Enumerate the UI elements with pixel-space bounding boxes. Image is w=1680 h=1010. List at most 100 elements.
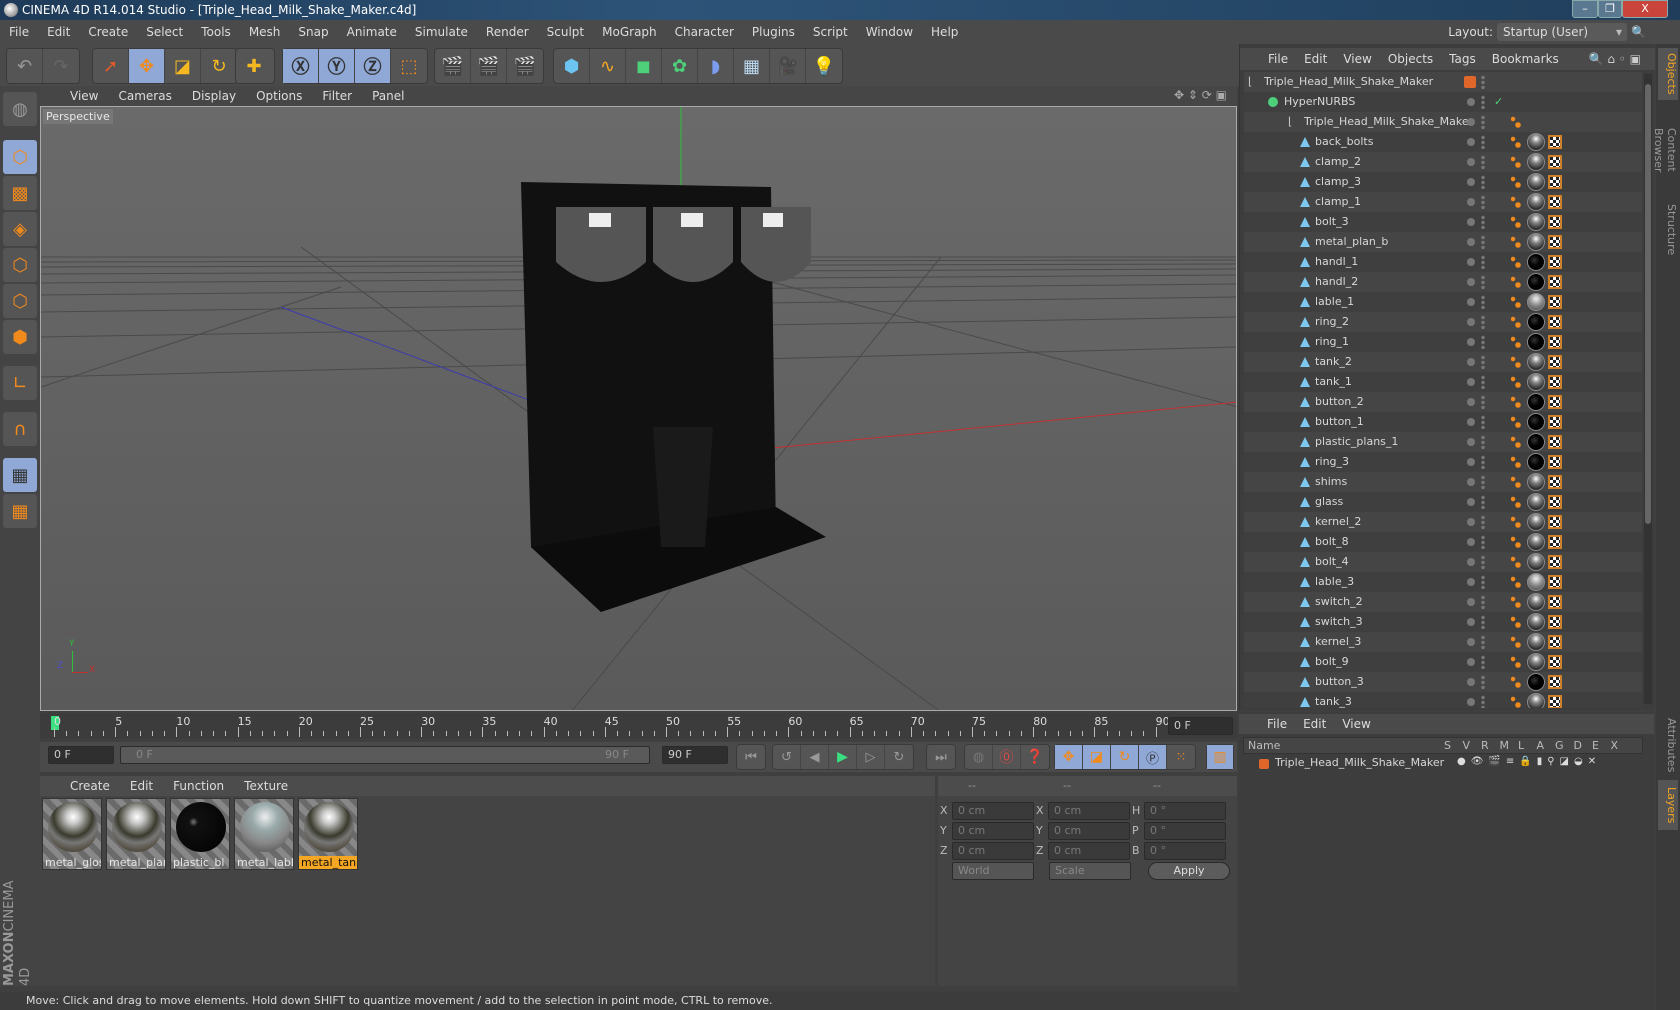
material-tag-icon[interactable] xyxy=(1527,553,1545,571)
phong-tag-icon[interactable] xyxy=(1511,116,1521,128)
phong-tag-icon[interactable] xyxy=(1511,536,1521,548)
render-visibility-dots[interactable] xyxy=(1481,155,1485,169)
phong-tag-icon[interactable] xyxy=(1511,356,1521,368)
object-row[interactable]: lable_3 xyxy=(1244,572,1642,592)
visibility-dot[interactable] xyxy=(1467,398,1475,406)
render-picture-viewer-icon[interactable]: 🎬 xyxy=(471,49,507,83)
object-name[interactable]: button_1 xyxy=(1300,412,1364,432)
visibility-dot[interactable] xyxy=(1467,178,1475,186)
phong-tag-icon[interactable] xyxy=(1511,376,1521,388)
viewport-menu-panel[interactable]: Panel xyxy=(362,89,414,103)
frame-range-slider[interactable]: 0 F 90 F xyxy=(120,746,650,764)
menu-tools[interactable]: Tools xyxy=(192,25,240,39)
autokey-help-icon[interactable]: ❓ xyxy=(1021,745,1049,769)
material-tag-icon[interactable] xyxy=(1527,133,1545,151)
phong-tag-icon[interactable] xyxy=(1511,656,1521,668)
render-visibility-dots[interactable] xyxy=(1481,635,1485,649)
uvw-tag-icon[interactable] xyxy=(1548,255,1562,269)
render-visibility-dots[interactable] xyxy=(1481,275,1485,289)
uvw-tag-icon[interactable] xyxy=(1548,175,1562,189)
menu-character[interactable]: Character xyxy=(666,25,743,39)
object-name[interactable]: clamp_2 xyxy=(1300,152,1361,172)
motion-record-icon[interactable]: ◍ xyxy=(965,745,993,769)
material-tag-icon[interactable] xyxy=(1527,633,1545,651)
layer-menu-edit[interactable]: Edit xyxy=(1295,717,1334,731)
visibility-dot[interactable] xyxy=(1467,98,1475,106)
render-visibility-dots[interactable] xyxy=(1481,675,1485,689)
timeline-ruler[interactable]: 0 5 10 15 20 25 30 35 40 45 50 55 60 65 70 75 80 85 90 0 F xyxy=(40,713,1237,739)
object-name[interactable]: handl_1 xyxy=(1300,252,1358,272)
object-name[interactable]: bolt_9 xyxy=(1300,652,1349,672)
visibility-dot[interactable] xyxy=(1467,638,1475,646)
object-row[interactable]: bolt_8 xyxy=(1244,532,1642,552)
material-tag-icon[interactable] xyxy=(1527,393,1545,411)
render-visibility-dots[interactable] xyxy=(1481,695,1485,708)
prev-frame-icon[interactable]: ◀ xyxy=(801,745,829,769)
object-name[interactable]: switch_2 xyxy=(1300,592,1363,612)
phong-tag-icon[interactable] xyxy=(1511,576,1521,588)
material-tag-icon[interactable] xyxy=(1527,453,1545,471)
phong-tag-icon[interactable] xyxy=(1511,436,1521,448)
render-visibility-dots[interactable] xyxy=(1481,235,1485,249)
material-swatch[interactable]: metal_plan xyxy=(106,798,166,870)
object-row[interactable]: handl_2 xyxy=(1244,272,1642,292)
uvw-tag-icon[interactable] xyxy=(1548,135,1562,149)
layer-column-header[interactable]: L xyxy=(1518,739,1524,752)
uvw-tag-icon[interactable] xyxy=(1548,215,1562,229)
phong-tag-icon[interactable] xyxy=(1511,336,1521,348)
object-row[interactable]: switch_3 xyxy=(1244,612,1642,632)
object-row[interactable]: handl_1 xyxy=(1244,252,1642,272)
object-row[interactable]: bolt_4 xyxy=(1244,552,1642,572)
redo-icon[interactable]: ↷ xyxy=(43,49,79,83)
object-list-scrollbar[interactable] xyxy=(1644,74,1652,704)
uvw-tag-icon[interactable] xyxy=(1548,355,1562,369)
uvw-tag-icon[interactable] xyxy=(1548,395,1562,409)
object-menu-bookmarks[interactable]: Bookmarks xyxy=(1484,52,1567,66)
current-frame-field[interactable]: 0 F xyxy=(1168,717,1233,735)
material-tag-icon[interactable] xyxy=(1527,533,1545,551)
edges-mode-icon[interactable]: ⬡ xyxy=(3,284,37,318)
visibility-dot[interactable] xyxy=(1467,618,1475,626)
search-icon[interactable]: 🔍 xyxy=(1631,25,1646,39)
visibility-dot[interactable] xyxy=(1467,658,1475,666)
material-menu-create[interactable]: Create xyxy=(60,779,120,793)
object-name[interactable]: clamp_1 xyxy=(1300,192,1361,212)
menu-animate[interactable]: Animate xyxy=(338,25,406,39)
coord-value-field[interactable]: 0 cm xyxy=(952,802,1034,820)
object-row[interactable]: bolt_9 xyxy=(1244,652,1642,672)
phong-tag-icon[interactable] xyxy=(1511,256,1521,268)
render-visibility-dots[interactable] xyxy=(1481,475,1485,489)
polygons-mode-icon[interactable]: ⬢ xyxy=(3,320,37,354)
visibility-dot[interactable] xyxy=(1467,418,1475,426)
object-row[interactable]: plastic_plans_1 xyxy=(1244,432,1642,452)
visibility-dot[interactable] xyxy=(1467,698,1475,706)
phong-tag-icon[interactable] xyxy=(1511,316,1521,328)
render-visibility-dots[interactable] xyxy=(1481,175,1485,189)
floor-icon[interactable]: ▦ xyxy=(734,49,770,83)
layer-menu-file[interactable]: File xyxy=(1259,717,1295,731)
restore-button[interactable]: ❐ xyxy=(1598,0,1622,18)
object-row[interactable]: kernel_2 xyxy=(1244,512,1642,532)
goto-start-icon[interactable]: ⏮ xyxy=(737,745,765,769)
menu-render[interactable]: Render xyxy=(477,25,538,39)
object-menu-view[interactable]: View xyxy=(1335,52,1379,66)
uvw-tag-icon[interactable] xyxy=(1548,415,1562,429)
visibility-dot[interactable] xyxy=(1467,498,1475,506)
visibility-dot[interactable] xyxy=(1467,218,1475,226)
coord-value-field[interactable]: 0 cm xyxy=(952,842,1034,860)
phong-tag-icon[interactable] xyxy=(1511,236,1521,248)
render-visibility-dots[interactable] xyxy=(1481,655,1485,669)
uvw-tag-icon[interactable] xyxy=(1548,435,1562,449)
object-row[interactable]: ring_3 xyxy=(1244,452,1642,472)
material-tag-icon[interactable] xyxy=(1527,353,1545,371)
object-row[interactable]: tank_3 xyxy=(1244,692,1642,708)
undo-icon[interactable]: ↶ xyxy=(7,49,43,83)
render-visibility-dots[interactable] xyxy=(1481,575,1485,589)
phong-tag-icon[interactable] xyxy=(1511,596,1521,608)
menu-edit[interactable]: Edit xyxy=(38,25,79,39)
texture-mode-icon[interactable]: ▩ xyxy=(3,176,37,210)
material-tag-icon[interactable] xyxy=(1527,333,1545,351)
layer-column-header[interactable]: Name xyxy=(1248,739,1280,752)
layer-column-header[interactable]: D xyxy=(1574,739,1582,752)
visibility-dot[interactable] xyxy=(1467,298,1475,306)
